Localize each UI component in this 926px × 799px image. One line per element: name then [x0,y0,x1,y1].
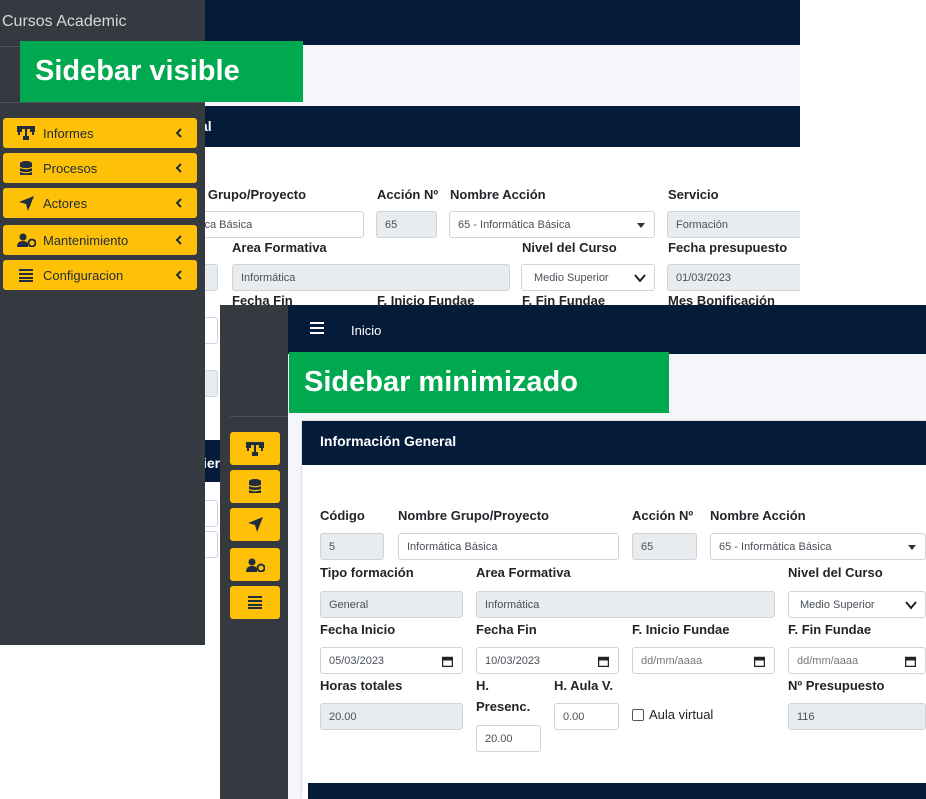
chevron-left-icon [171,270,187,280]
sidebar-item-actores[interactable] [230,508,280,541]
caret-down-icon [637,223,645,228]
area-formativa-field[interactable]: Informática [476,591,775,618]
second-card-title-partial: ier [203,455,221,471]
top-navbar [288,305,926,354]
banner-sidebar-visible: Sidebar visible [20,41,303,102]
database-icon [248,479,262,494]
chevron-down-icon [634,274,646,283]
chevron-left-icon [171,235,187,245]
aula-virtual-label: Aula virtual [649,707,714,722]
card-title: Información General [320,433,457,449]
nombre-accion-select[interactable]: 65 - Informática Básica [710,533,926,560]
list-icon [15,268,37,282]
label-fecha-presupuesto: Fecha presupuesto [668,240,788,255]
sidebar-item-label: Procesos [43,160,98,176]
sidebar-item-mantenimiento[interactable] [230,548,280,581]
sidebar-item-informes[interactable]: Informes [3,118,197,148]
next-card-header-partial [308,783,926,799]
aula-virtual-checkbox[interactable]: Aula virtual [632,707,713,722]
sidebar-item-procesos[interactable]: Procesos [3,153,197,183]
accion-numero-field[interactable]: 65 [632,533,697,560]
chevron-left-icon [171,163,187,173]
sidebar-item-label: Mantenimiento [43,232,129,248]
chevron-left-icon [171,198,187,208]
nivel-curso-select[interactable]: Medio Superior [788,591,926,618]
divider [0,102,205,103]
label-area-formativa: Area Formativa [232,240,327,255]
label-horas-totales: Horas totales [320,678,403,693]
sidebar-item-informes[interactable] [230,432,280,465]
chevron-down-icon [905,601,917,610]
sidebar-item-configuracion[interactable] [230,586,280,619]
label-fin-fundae: F. Fin Fundae [788,622,872,637]
list-icon [248,596,262,609]
label-nivel-curso: Nivel del Curso [788,565,883,580]
label-h-presenc-line2: Presenc. [476,699,531,714]
brand-text[interactable]: Cursos Academic [2,13,127,31]
database-icon [15,160,37,176]
servicio-field[interactable]: Formación [667,211,800,238]
label-nombre-accion: Nombre Acción [450,187,546,202]
fecha-presupuesto-field[interactable]: 01/03/2023 [667,264,800,291]
nombre-accion-select[interactable]: 65 - Informática Básica [449,211,655,238]
sidebar-item-procesos[interactable] [230,470,280,503]
label-accion-numero: Acción Nº [377,187,439,202]
caret-down-icon [908,545,916,550]
sitemap-icon [15,126,37,140]
label-h-aula-v: H. Aula V. [554,678,614,693]
nombre-grupo-field[interactable]: tica Básica [190,211,364,238]
calendar-icon[interactable] [442,656,453,667]
label-nivel-curso: Nivel del Curso [522,240,617,255]
tipo-formacion-field[interactable]: General [320,591,463,618]
h-presenc-field[interactable]: 20.00 [476,725,541,752]
sidebar-item-mantenimiento[interactable]: Mantenimiento [3,225,197,255]
label-tipo-formacion: Tipo formación [320,565,414,580]
label-accion-numero: Acción Nº [632,508,694,523]
sidebar-item-label: Configuracion [43,267,124,283]
label-codigo: Código [320,508,365,523]
label-nombre-grupo: Nombre Grupo/Proyecto [398,508,549,523]
label-servicio: Servicio [668,187,719,202]
fecha-inicio-date[interactable]: 05/03/2023 [320,647,463,674]
horas-totales-field[interactable]: 20.00 [320,703,463,730]
calendar-icon[interactable] [598,656,609,667]
codigo-field[interactable]: 5 [320,533,384,560]
sidebar-item-label: Informes [43,125,94,141]
sidebar-item-actores[interactable]: Actores [3,188,197,218]
calendar-icon[interactable] [905,656,916,667]
h-aula-v-field[interactable]: 0.00 [554,703,619,730]
label-nombre-accion: Nombre Acción [710,508,806,523]
location-arrow-icon [247,517,263,532]
fecha-fin-date[interactable]: 10/03/2023 [476,647,619,674]
banner-sidebar-minimized: Sidebar minimizado [289,352,669,413]
hamburger-menu-icon[interactable] [310,322,324,334]
users-cog-icon [15,233,37,247]
label-inicio-fundae: F. Inicio Fundae [632,622,730,637]
area-formativa-field[interactable]: Informática [232,264,510,291]
sidebar-item-configuracion[interactable]: Configuracion [3,260,197,290]
label-nombre-grupo: e Grupo/Proyecto [197,187,307,202]
sitemap-icon [246,441,264,456]
inicio-fundae-date[interactable]: dd/mm/aaaa [632,647,775,674]
label-presupuesto: Nº Presupuesto [788,678,885,693]
label-h-presenc: H. [476,678,489,693]
label-fecha-inicio: Fecha Inicio [320,622,396,637]
chevron-left-icon [171,128,187,138]
sidebar-item-label: Actores [43,195,88,211]
nav-link-inicio[interactable]: Inicio [351,323,381,338]
fin-fundae-date[interactable]: dd/mm/aaaa [788,647,926,674]
card-header [205,106,800,147]
users-cog-icon [245,558,265,572]
nombre-grupo-field[interactable]: Informática Básica [398,533,619,560]
label-area-formativa: Area Formativa [476,565,571,580]
accion-numero-field[interactable]: 65 [376,211,437,238]
presupuesto-field[interactable]: 116 [788,703,926,730]
label-fecha-fin: Fecha Fin [476,622,537,637]
nivel-curso-select[interactable]: Medio Superior [521,264,655,291]
location-arrow-icon [15,195,37,211]
checkbox-box[interactable] [632,708,644,721]
calendar-icon[interactable] [754,656,765,667]
divider [230,416,288,417]
